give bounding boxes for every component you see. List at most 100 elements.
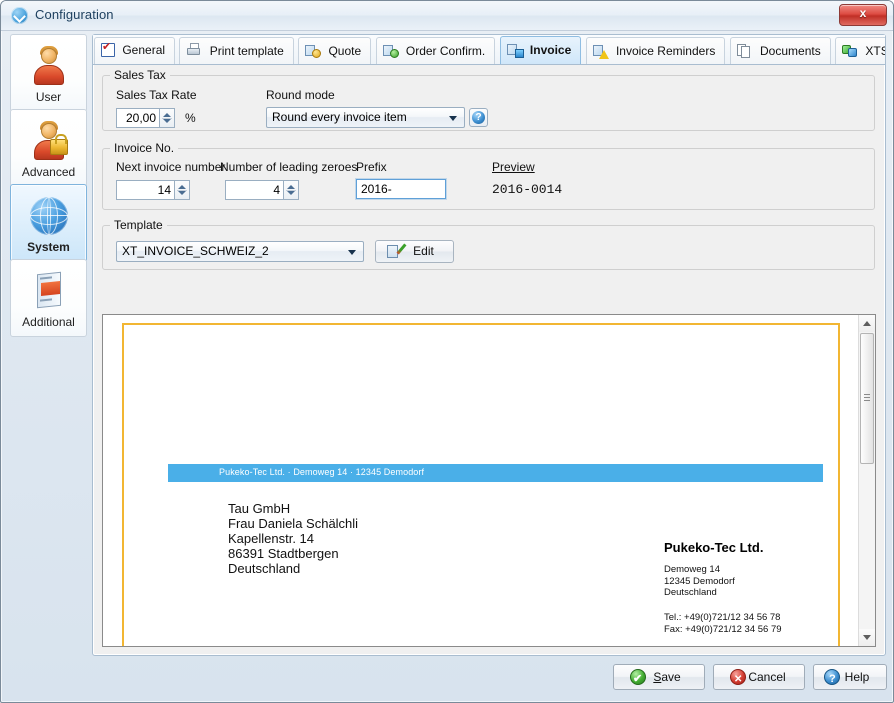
template-group-title: Template: [110, 218, 167, 232]
percent-label: %: [185, 111, 196, 125]
printer-icon: [186, 43, 202, 58]
scroll-down-button[interactable]: [859, 629, 875, 646]
tab-label: Documents: [760, 44, 821, 58]
scroll-up-button[interactable]: [859, 315, 875, 332]
tab-invoice[interactable]: Invoice: [500, 36, 582, 65]
cancel-button-label: Cancel: [748, 665, 785, 689]
tab-print-template[interactable]: Print template: [179, 37, 293, 64]
sync-icon: [842, 43, 858, 58]
footer-bar: Save Cancel Help: [1, 658, 894, 703]
tab-order-confirm[interactable]: Order Confirm.: [376, 37, 496, 64]
tab-strip: General Print template Quote: [93, 35, 885, 65]
round-mode-select[interactable]: Round every invoice item: [266, 107, 465, 128]
sidebar: User Advanced System: [10, 34, 87, 374]
order-check-icon: [383, 43, 399, 58]
tab-xtsyncserver[interactable]: XTSyncserver: [835, 37, 885, 64]
title-bar: Configuration x: [1, 1, 894, 31]
help-icon: ?: [472, 111, 485, 124]
edit-pencil-icon: [386, 244, 402, 260]
sender-address-bar: Pukeko-Tec Ltd. · Demoweg 14 · 12345 Dem…: [168, 464, 823, 482]
invoice-number-preview: 2016-0014: [492, 182, 562, 197]
sales-tax-rate-input[interactable]: 20,00: [116, 108, 160, 128]
tab-documents[interactable]: Documents: [730, 37, 831, 64]
scrollbar-thumb[interactable]: [860, 333, 874, 464]
sales-tax-rate-stepper[interactable]: [160, 108, 175, 128]
close-button[interactable]: x: [839, 4, 887, 26]
leading-zeroes-label: Number of leading zeroes: [220, 160, 357, 174]
chevron-down-icon: [348, 250, 356, 255]
help-button[interactable]: Help: [813, 664, 887, 690]
sales-tax-group: Sales Tax Sales Tax Rate 20,00 % Round m…: [102, 75, 875, 131]
tab-label: Invoice: [530, 43, 571, 57]
save-button-label: Save: [653, 665, 680, 689]
next-invoice-number-label: Next invoice number: [116, 160, 225, 174]
tab-quote[interactable]: Quote: [298, 37, 371, 64]
tab-label: Order Confirm.: [406, 44, 485, 58]
tab-label: Print template: [210, 44, 284, 58]
edit-template-button[interactable]: Edit: [375, 240, 454, 263]
round-mode-help-button[interactable]: ?: [469, 108, 488, 127]
sidebar-item-system[interactable]: System: [10, 184, 87, 262]
sender-address-text: Pukeko-Tec Ltd. · Demoweg 14 · 12345 Dem…: [219, 467, 424, 477]
next-invoice-number-input[interactable]: 14: [116, 180, 175, 200]
sales-tax-rate-label: Sales Tax Rate: [116, 88, 197, 102]
round-mode-label: Round mode: [266, 88, 335, 102]
tab-general[interactable]: General: [94, 37, 175, 64]
close-icon: x: [840, 6, 886, 20]
sidebar-item-label: User: [11, 90, 86, 104]
book-icon: [28, 270, 70, 312]
chevron-circle-icon: [11, 7, 28, 24]
document-preview: Pukeko-Tec Ltd. · Demoweg 14 · 12345 Dem…: [102, 314, 876, 647]
sidebar-item-label: Advanced: [11, 165, 86, 179]
preview-scrollbar[interactable]: [858, 315, 875, 646]
check-circle-icon: [630, 669, 646, 685]
tab-invoice-reminders[interactable]: Invoice Reminders: [586, 37, 726, 64]
company-address: Demoweg 14 12345 Demodorf Deutschland: [664, 564, 735, 599]
sidebar-item-advanced[interactable]: Advanced: [10, 109, 87, 187]
cancel-circle-icon: [730, 669, 746, 685]
tab-label: XTSyncserver: [865, 44, 885, 58]
settings-panel: General Print template Quote: [92, 34, 886, 656]
invoice-number-group: Invoice No. Next invoice number 14 Numbe…: [102, 148, 875, 210]
round-mode-value: Round every invoice item: [272, 110, 407, 124]
triangle-up-icon: [863, 321, 871, 326]
company-email: E-Mail: service@demo.de: [664, 645, 773, 647]
pages-icon: [737, 43, 753, 58]
company-email-prefix: E-Mail:: [664, 645, 696, 647]
prefix-label: Prefix: [356, 160, 387, 174]
leading-zeroes-stepper[interactable]: [284, 180, 299, 200]
sidebar-item-additional[interactable]: Additional: [10, 259, 87, 337]
sidebar-item-label: Additional: [11, 315, 86, 329]
company-phone: Tel.: +49(0)721/12 34 56 78 Fax: +49(0)7…: [664, 612, 782, 635]
help-circle-icon: [824, 669, 840, 685]
tab-label: Invoice Reminders: [616, 44, 715, 58]
template-select[interactable]: XT_INVOICE_SCHWEIZ_2: [116, 241, 364, 262]
template-group: Template XT_INVOICE_SCHWEIZ_2 Edit: [102, 225, 875, 270]
triangle-down-icon: [863, 635, 871, 640]
sidebar-item-label: System: [11, 240, 86, 254]
tab-label: General: [122, 43, 165, 57]
sidebar-item-user[interactable]: User: [10, 34, 87, 112]
window-title: Configuration: [35, 7, 114, 22]
grip-lines-icon: [864, 394, 870, 403]
user-lock-icon: [28, 120, 70, 162]
configuration-window: Configuration x User Advanced: [0, 0, 894, 703]
save-button[interactable]: Save: [613, 664, 705, 690]
leading-zeroes-input[interactable]: 4: [225, 180, 284, 200]
company-name: Pukeko-Tec Ltd.: [664, 540, 763, 555]
help-button-label: Help: [845, 665, 870, 689]
company-email-value: service@demo.de: [696, 645, 773, 647]
window-content: User Advanced System: [1, 31, 894, 703]
checkbox-icon: [101, 43, 115, 57]
template-value: XT_INVOICE_SCHWEIZ_2: [122, 244, 269, 258]
edit-button-label: Edit: [413, 244, 434, 258]
preview-page: Pukeko-Tec Ltd. · Demoweg 14 · 12345 Dem…: [122, 323, 840, 647]
prefix-input[interactable]: 2016-: [356, 179, 446, 199]
user-icon: [28, 45, 70, 87]
invoice-icon: [507, 42, 523, 57]
sales-tax-group-title: Sales Tax: [110, 68, 170, 82]
cancel-button[interactable]: Cancel: [713, 664, 805, 690]
globe-icon: [28, 195, 70, 237]
next-invoice-number-stepper[interactable]: [175, 180, 190, 200]
preview-label: Preview: [492, 160, 535, 174]
